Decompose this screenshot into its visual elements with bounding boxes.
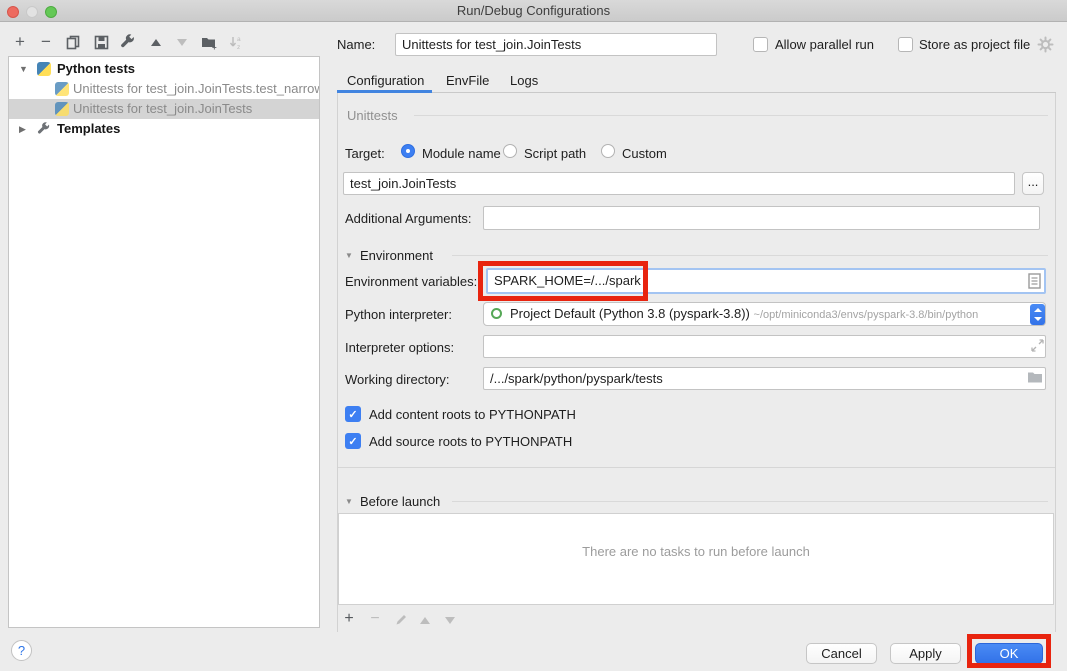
ok-button[interactable]: OK xyxy=(975,643,1043,664)
unittests-panel-bottom xyxy=(338,467,1055,468)
svg-text:+: + xyxy=(212,43,217,50)
tree-item-unittests-jointests[interactable]: Unittests for test_join.JoinTests xyxy=(9,99,319,119)
name-input[interactable]: Unittests for test_join.JoinTests xyxy=(395,33,717,56)
conda-env-icon xyxy=(491,308,502,319)
add-task-icon[interactable]: + xyxy=(340,610,358,628)
move-up-icon[interactable] xyxy=(146,32,166,52)
radio-custom[interactable] xyxy=(601,144,615,158)
unittests-section-label: Unittests xyxy=(347,108,398,123)
tree-item-label: Templates xyxy=(57,119,120,139)
wrench-icon[interactable] xyxy=(118,32,138,52)
svg-text:z: z xyxy=(237,44,240,50)
chevron-down-icon[interactable]: ▼ xyxy=(345,251,353,260)
python-icon xyxy=(37,62,51,76)
add-source-roots-checkbox[interactable]: ✓ xyxy=(345,433,361,449)
configurations-tree: ▼ Python tests Unittests for test_join.J… xyxy=(8,56,320,628)
radio-module-name[interactable] xyxy=(401,144,415,158)
target-label: Target: xyxy=(345,146,385,161)
add-content-roots-label: Add content roots to PYTHONPATH xyxy=(369,407,576,422)
browse-button[interactable]: ... xyxy=(1022,172,1044,195)
python-icon xyxy=(55,82,69,96)
python-interpreter-path: ~/opt/miniconda3/envs/pyspark-3.8/bin/py… xyxy=(754,309,979,321)
sort-icon: az xyxy=(226,32,246,52)
before-launch-section-label[interactable]: Before launch xyxy=(360,494,440,509)
pencil-icon xyxy=(392,610,410,628)
working-directory-input[interactable]: /.../spark/python/pyspark/tests xyxy=(483,367,1046,390)
move-task-down-icon xyxy=(441,611,459,629)
radio-custom-label: Custom xyxy=(622,146,667,161)
cancel-button[interactable]: Cancel xyxy=(806,643,877,664)
store-as-project-file-checkbox[interactable] xyxy=(898,37,913,52)
before-launch-task-list: There are no tasks to run before launch xyxy=(338,513,1054,605)
gear-icon[interactable] xyxy=(1037,36,1054,56)
additional-arguments-label: Additional Arguments: xyxy=(345,211,471,226)
before-launch-empty-text: There are no tasks to run before launch xyxy=(339,544,1053,559)
move-down-icon xyxy=(172,32,192,52)
name-label: Name: xyxy=(337,37,375,52)
environment-variables-label: Environment variables: xyxy=(345,274,477,289)
tree-item-label: Python tests xyxy=(57,59,135,79)
add-icon[interactable]: + xyxy=(10,32,30,52)
tab-logs[interactable]: Logs xyxy=(510,71,538,91)
interpreter-options-input[interactable] xyxy=(483,335,1046,358)
add-content-roots-checkbox[interactable]: ✓ xyxy=(345,406,361,422)
store-as-project-file-label: Store as project file xyxy=(919,37,1030,52)
unittests-section-line xyxy=(414,115,1048,116)
allow-parallel-run-checkbox[interactable] xyxy=(753,37,768,52)
chevron-right-icon[interactable]: ▶ xyxy=(19,119,26,139)
tree-item-templates[interactable]: ▶ Templates xyxy=(9,119,319,139)
window-title: Run/Debug Configurations xyxy=(0,3,1067,18)
save-icon[interactable] xyxy=(91,32,111,52)
folder-icon[interactable] xyxy=(1027,370,1043,387)
allow-parallel-run-label: Allow parallel run xyxy=(775,37,874,52)
working-directory-label: Working directory: xyxy=(345,372,450,387)
svg-text:a: a xyxy=(237,36,241,43)
wrench-icon xyxy=(37,122,51,139)
python-icon xyxy=(55,102,69,116)
environment-section-label[interactable]: Environment xyxy=(360,248,433,263)
tree-item-unittests-narrow[interactable]: Unittests for test_join.JoinTests.test_n… xyxy=(9,79,319,99)
python-interpreter-value: Project Default (Python 3.8 (pyspark-3.8… xyxy=(510,306,750,321)
add-source-roots-label: Add source roots to PYTHONPATH xyxy=(369,434,572,449)
python-interpreter-label: Python interpreter: xyxy=(345,307,452,322)
tab-configuration[interactable]: Configuration xyxy=(347,71,424,91)
python-interpreter-select[interactable]: Project Default (Python 3.8 (pyspark-3.8… xyxy=(483,302,1046,326)
before-launch-section-line xyxy=(452,501,1048,502)
panel-right-border xyxy=(1055,93,1056,632)
move-task-up-icon xyxy=(416,611,434,629)
select-stepper-icon[interactable] xyxy=(1030,304,1045,325)
tab-envfile[interactable]: EnvFile xyxy=(446,71,489,91)
run-debug-configurations-dialog: Run/Debug Configurations + − + az ▼ Pyth… xyxy=(0,0,1067,671)
additional-arguments-input[interactable] xyxy=(483,206,1040,230)
apply-button[interactable]: Apply xyxy=(890,643,961,664)
radio-script-path[interactable] xyxy=(503,144,517,158)
remove-icon[interactable]: − xyxy=(36,32,56,52)
new-folder-icon[interactable]: + xyxy=(199,32,219,52)
tab-divider xyxy=(337,92,1056,93)
chevron-down-icon[interactable]: ▼ xyxy=(19,59,28,79)
radio-script-path-label: Script path xyxy=(524,146,586,161)
tree-item-python-tests[interactable]: ▼ Python tests xyxy=(9,59,319,79)
help-button[interactable]: ? xyxy=(11,640,32,661)
active-tab-indicator xyxy=(337,90,432,93)
tree-item-label: Unittests for test_join.JoinTests xyxy=(73,99,252,119)
tree-item-label: Unittests for test_join.JoinTests.test_n… xyxy=(73,79,319,99)
remove-task-icon: − xyxy=(366,610,384,628)
env-list-icon[interactable] xyxy=(1028,273,1041,292)
title-bar: Run/Debug Configurations xyxy=(0,0,1067,22)
chevron-down-icon[interactable]: ▼ xyxy=(345,497,353,506)
radio-module-name-label: Module name xyxy=(422,146,501,161)
module-name-input[interactable]: test_join.JoinTests xyxy=(343,172,1015,195)
copy-icon[interactable] xyxy=(63,32,83,52)
expand-icon[interactable] xyxy=(1031,339,1044,355)
environment-variables-input[interactable]: SPARK_HOME=/.../spark xyxy=(486,268,1046,294)
environment-section-line xyxy=(452,255,1048,256)
interpreter-options-label: Interpreter options: xyxy=(345,340,454,355)
